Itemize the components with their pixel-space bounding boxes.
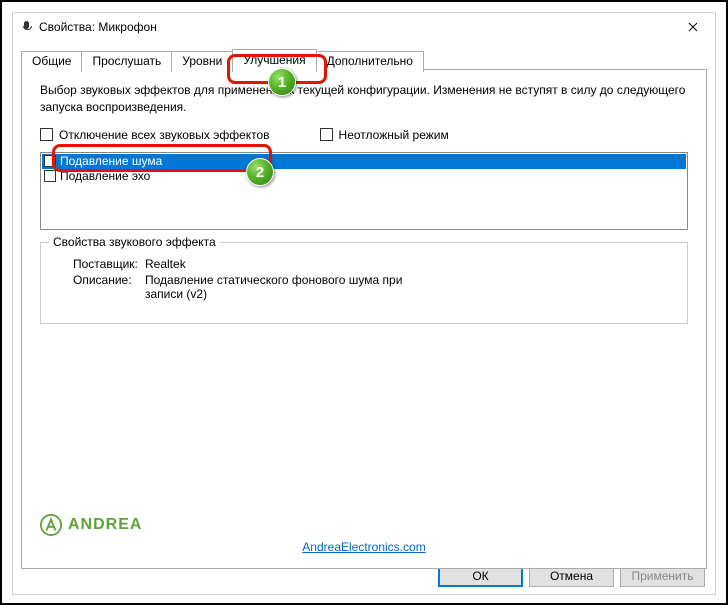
andrea-logo-icon	[40, 514, 62, 536]
window-body: Общие Прослушать Уровни Улучшения Дополн…	[13, 41, 715, 594]
effect-properties-group: Свойства звукового эффекта Поставщик: Re…	[40, 242, 688, 324]
window-title: Свойства: Микрофон	[39, 20, 670, 34]
effect-label: Подавление эхо	[60, 169, 150, 184]
tab-listen[interactable]: Прослушать	[81, 51, 172, 72]
effect-label: Подавление шума	[60, 154, 162, 169]
disable-all-effects[interactable]: Отключение всех звуковых эффектов	[40, 128, 270, 142]
provider-label: Поставщик:	[55, 257, 145, 271]
tab-panel: Выбор звуковых эффектов для применения к…	[21, 69, 707, 569]
tabs: Общие Прослушать Уровни Улучшения Дополн…	[21, 49, 707, 70]
titlebar: Свойства: Микрофон	[13, 13, 715, 41]
logo-text: ANDREA	[68, 516, 142, 534]
close-button[interactable]	[670, 13, 715, 41]
andrea-link[interactable]: AndreaElectronics.com	[302, 540, 425, 554]
provider-value: Realtek	[145, 257, 425, 271]
immediate-mode[interactable]: Неотложный режим	[320, 128, 449, 142]
tab-general[interactable]: Общие	[21, 51, 82, 72]
list-item[interactable]: Подавление шума	[42, 154, 686, 169]
description-text: Выбор звуковых эффектов для применения к…	[40, 82, 688, 116]
tab-enhancements[interactable]: Улучшения	[232, 49, 316, 70]
checkbox-icon	[320, 128, 333, 141]
tab-advanced[interactable]: Дополнительно	[316, 51, 424, 72]
logo-area: ANDREA	[40, 514, 142, 536]
checkbox-icon	[44, 155, 56, 167]
checkbox-icon	[44, 170, 56, 182]
description-value: Подавление статического фонового шума пр…	[145, 273, 425, 301]
properties-window: Свойства: Микрофон Общие Прослушать Уров…	[12, 12, 716, 595]
immediate-mode-label: Неотложный режим	[339, 128, 449, 142]
microphone-icon	[21, 21, 33, 33]
list-item[interactable]: Подавление эхо	[42, 169, 686, 184]
description-label: Описание:	[55, 273, 145, 301]
checkbox-row: Отключение всех звуковых эффектов Неотло…	[40, 128, 688, 142]
disable-all-label: Отключение всех звуковых эффектов	[59, 128, 270, 142]
checkbox-icon	[40, 128, 53, 141]
effects-list[interactable]: Подавление шума Подавление эхо	[40, 152, 688, 230]
close-icon	[688, 22, 698, 32]
fieldset-legend: Свойства звукового эффекта	[49, 235, 220, 249]
tab-levels[interactable]: Уровни	[171, 51, 233, 72]
